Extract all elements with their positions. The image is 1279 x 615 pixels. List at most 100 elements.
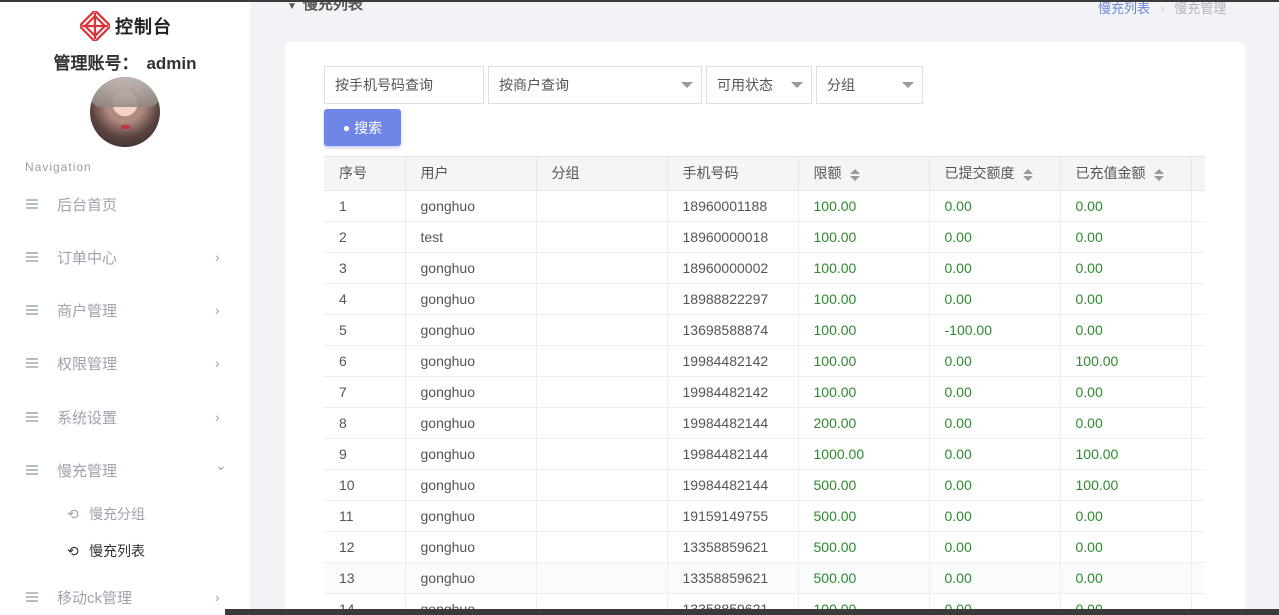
chevron-down-icon: [902, 82, 914, 88]
cell-group: [536, 531, 668, 563]
cell-phone: 19984482144: [667, 438, 799, 470]
window-bottom-edge: [225, 609, 1279, 615]
page-title: ▼ 慢充列表: [287, 0, 363, 13]
sidebar-item-label: 订单中心: [57, 249, 118, 267]
cell-limit: 200.00: [798, 407, 930, 439]
sidebar-item-merchants[interactable]: 商户管理 ›: [0, 294, 250, 326]
table-row[interactable]: 9 gonghuo 19984482144 1000.00 0.00 100.00: [324, 438, 1205, 470]
table-row[interactable]: 12 gonghuo 13358859621 500.00 0.00 0.00: [324, 531, 1205, 563]
cell-phone: 18960000002: [667, 252, 799, 284]
sidebar-item-label: 慢充管理: [57, 462, 118, 480]
sidebar-item-mobile-ck[interactable]: 移动ck管理 ›: [0, 581, 250, 613]
sidebar-item-slow-charge[interactable]: 慢充管理 ⌄: [0, 454, 250, 486]
sidebar-subitem-label: 慢充分组: [89, 506, 145, 522]
cell-recharged: 0.00: [1060, 562, 1192, 594]
sidebar-subitem-label: 慢充列表: [89, 543, 145, 559]
cell-group: [536, 190, 668, 222]
column-header-extra: [1191, 157, 1205, 191]
table-row[interactable]: 4 gonghuo 18988822297 100.00 0.00 0.00: [324, 283, 1205, 315]
menu-list-icon: [26, 412, 38, 422]
table-row[interactable]: 8 gonghuo 19984482144 200.00 0.00 0.00: [324, 407, 1205, 439]
logo-knot-icon: [80, 11, 110, 41]
cell-user: test: [405, 221, 537, 253]
cell-group: [536, 314, 668, 346]
sort-icon[interactable]: [849, 168, 860, 181]
cell-extra: [1191, 562, 1205, 594]
cell-recharged: 100.00: [1060, 345, 1192, 377]
phone-search-placeholder: 按手机号码查询: [335, 77, 433, 93]
breadcrumb-parent[interactable]: 慢充管理: [1174, 1, 1226, 16]
cell-phone: 19159149755: [667, 500, 799, 532]
merchant-select[interactable]: 按商户查询: [488, 66, 702, 104]
cell-limit: 100.00: [798, 283, 930, 315]
cell-limit: 500.00: [798, 531, 930, 563]
cell-phone: 13358859621: [667, 562, 799, 594]
menu-list-icon: [26, 358, 38, 368]
cell-index: 5: [324, 314, 406, 346]
group-select[interactable]: 分组: [816, 66, 923, 104]
column-header-user: 用户: [405, 157, 537, 191]
cell-extra: [1191, 376, 1205, 408]
cell-limit: 100.00: [798, 252, 930, 284]
table-row[interactable]: 7 gonghuo 19984482142 100.00 0.00 0.00: [324, 376, 1205, 408]
cell-recharged: 0.00: [1060, 376, 1192, 408]
table-row[interactable]: 13 gonghuo 13358859621 500.00 0.00 0.00: [324, 562, 1205, 594]
menu-list-icon: [26, 305, 38, 315]
search-button[interactable]: ● 搜索: [324, 109, 401, 146]
cell-recharged: 0.00: [1060, 531, 1192, 563]
table-row[interactable]: 3 gonghuo 18960000002 100.00 0.00 0.00: [324, 252, 1205, 284]
sort-icon[interactable]: [1022, 168, 1033, 181]
column-header-recharged[interactable]: 已充值金额: [1060, 157, 1192, 191]
table-row[interactable]: 11 gonghuo 19159149755 500.00 0.00 0.00: [324, 500, 1205, 532]
cell-submitted: 0.00: [929, 438, 1061, 470]
table-row[interactable]: 2 test 18960000018 100.00 0.00 0.00: [324, 221, 1205, 253]
status-select[interactable]: 可用状态: [706, 66, 812, 104]
sort-icon[interactable]: [1153, 168, 1164, 181]
sidebar-subitem-slow-charge-group[interactable]: ⟲ 慢充分组: [0, 500, 250, 528]
table-row[interactable]: 10 gonghuo 19984482144 500.00 0.00 100.00: [324, 469, 1205, 501]
menu-list-icon: [26, 465, 38, 475]
cell-submitted: 0.00: [929, 252, 1061, 284]
sidebar-item-dashboard[interactable]: 后台首页: [0, 188, 250, 220]
group-select-placeholder: 分组: [827, 77, 855, 93]
column-header-submitted[interactable]: 已提交额度: [929, 157, 1061, 191]
table-row[interactable]: 1 gonghuo 18960001188 100.00 0.00 0.00: [324, 190, 1205, 222]
column-header-phone: 手机号码: [667, 157, 799, 191]
cell-extra: [1191, 221, 1205, 253]
breadcrumb-separator-icon: ›: [1160, 1, 1165, 16]
cell-recharged: 0.00: [1060, 500, 1192, 532]
cell-user: gonghuo: [405, 438, 537, 470]
cell-index: 6: [324, 345, 406, 377]
chevron-right-icon: ›: [215, 409, 220, 425]
sidebar-item-orders[interactable]: 订单中心 ›: [0, 241, 250, 273]
breadcrumb-current[interactable]: 慢充列表: [1098, 1, 1150, 16]
cell-submitted: 0.00: [929, 469, 1061, 501]
table-row[interactable]: 6 gonghuo 19984482142 100.00 0.00 100.00: [324, 345, 1205, 377]
column-header-limit[interactable]: 限额: [798, 157, 930, 191]
cell-limit: 100.00: [798, 345, 930, 377]
sidebar-subitem-slow-charge-list[interactable]: ⟲ 慢充列表: [0, 537, 250, 565]
avatar[interactable]: [90, 77, 160, 147]
cell-limit: 100.00: [798, 221, 930, 253]
cell-extra: [1191, 252, 1205, 284]
cell-submitted: 0.00: [929, 345, 1061, 377]
chevron-down-icon: [791, 82, 803, 88]
cell-phone: 19984482144: [667, 407, 799, 439]
cell-index: 1: [324, 190, 406, 222]
chevron-right-icon: ›: [215, 589, 220, 605]
window-top-edge: [0, 0, 1279, 2]
cell-user: gonghuo: [405, 190, 537, 222]
cell-extra: [1191, 283, 1205, 315]
cell-group: [536, 438, 668, 470]
sidebar-item-settings[interactable]: 系统设置 ›: [0, 401, 250, 433]
cell-user: gonghuo: [405, 345, 537, 377]
phone-search-input[interactable]: 按手机号码查询: [324, 66, 484, 104]
table-header-row: 序号 用户 分组 手机号码 限额 已提交额度 已充值金额: [324, 157, 1205, 191]
cell-extra: [1191, 500, 1205, 532]
cell-user: gonghuo: [405, 531, 537, 563]
cell-submitted: 0.00: [929, 500, 1061, 532]
brand[interactable]: 控制台: [80, 10, 172, 42]
sidebar-item-permissions[interactable]: 权限管理 ›: [0, 347, 250, 379]
cell-recharged: 0.00: [1060, 407, 1192, 439]
table-row[interactable]: 5 gonghuo 13698588874 100.00 -100.00 0.00: [324, 314, 1205, 346]
